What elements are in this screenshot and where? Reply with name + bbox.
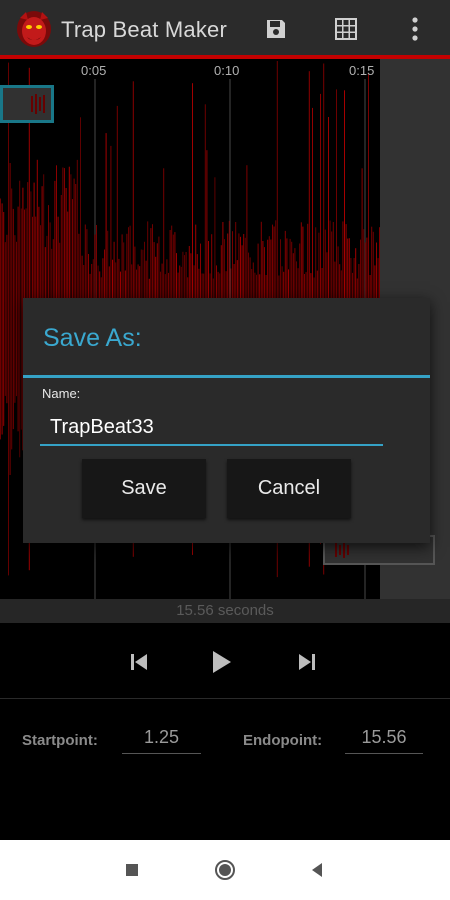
red-demon-face-icon: [16, 10, 52, 48]
skip-previous-icon[interactable]: [124, 647, 154, 677]
time-label-10s: 0:10: [214, 63, 240, 78]
triangle-back-icon[interactable]: [305, 858, 329, 882]
cancel-button[interactable]: Cancel: [227, 459, 351, 518]
save-as-dialog: Save As: Name: Save Cancel: [23, 298, 430, 543]
save-button[interactable]: Save: [82, 459, 206, 518]
dialog-title-divider: [23, 375, 430, 378]
system-nav-bar: [0, 840, 450, 900]
start-marker-handle[interactable]: [0, 85, 54, 123]
grid-icon[interactable]: [331, 14, 361, 44]
time-label-5s: 0:05: [81, 63, 107, 78]
startpoint-field[interactable]: 1.25: [122, 724, 201, 754]
divider: [0, 698, 450, 699]
duration-label: 15.56 seconds: [0, 599, 450, 623]
name-input[interactable]: [40, 410, 383, 446]
floppy-disk-icon[interactable]: [261, 14, 291, 44]
time-label-15s: 0:15: [349, 63, 375, 78]
app-toolbar: Trap Beat Maker: [0, 0, 450, 58]
circle-home-icon[interactable]: [213, 858, 237, 882]
transport-controls: [0, 623, 450, 699]
app-title: Trap Beat Maker: [61, 17, 228, 42]
square-recents-icon[interactable]: [120, 858, 144, 882]
name-label: Name:: [42, 386, 81, 401]
endpoint-label: Endopoint:: [243, 732, 323, 749]
startpoint-label: Startpoint:: [22, 732, 98, 749]
skip-next-icon[interactable]: [292, 647, 322, 677]
more-vert-icon[interactable]: [400, 14, 430, 44]
dialog-title: Save As:: [43, 324, 142, 352]
endpoint-field[interactable]: 15.56: [345, 724, 423, 754]
play-icon[interactable]: [206, 647, 236, 677]
